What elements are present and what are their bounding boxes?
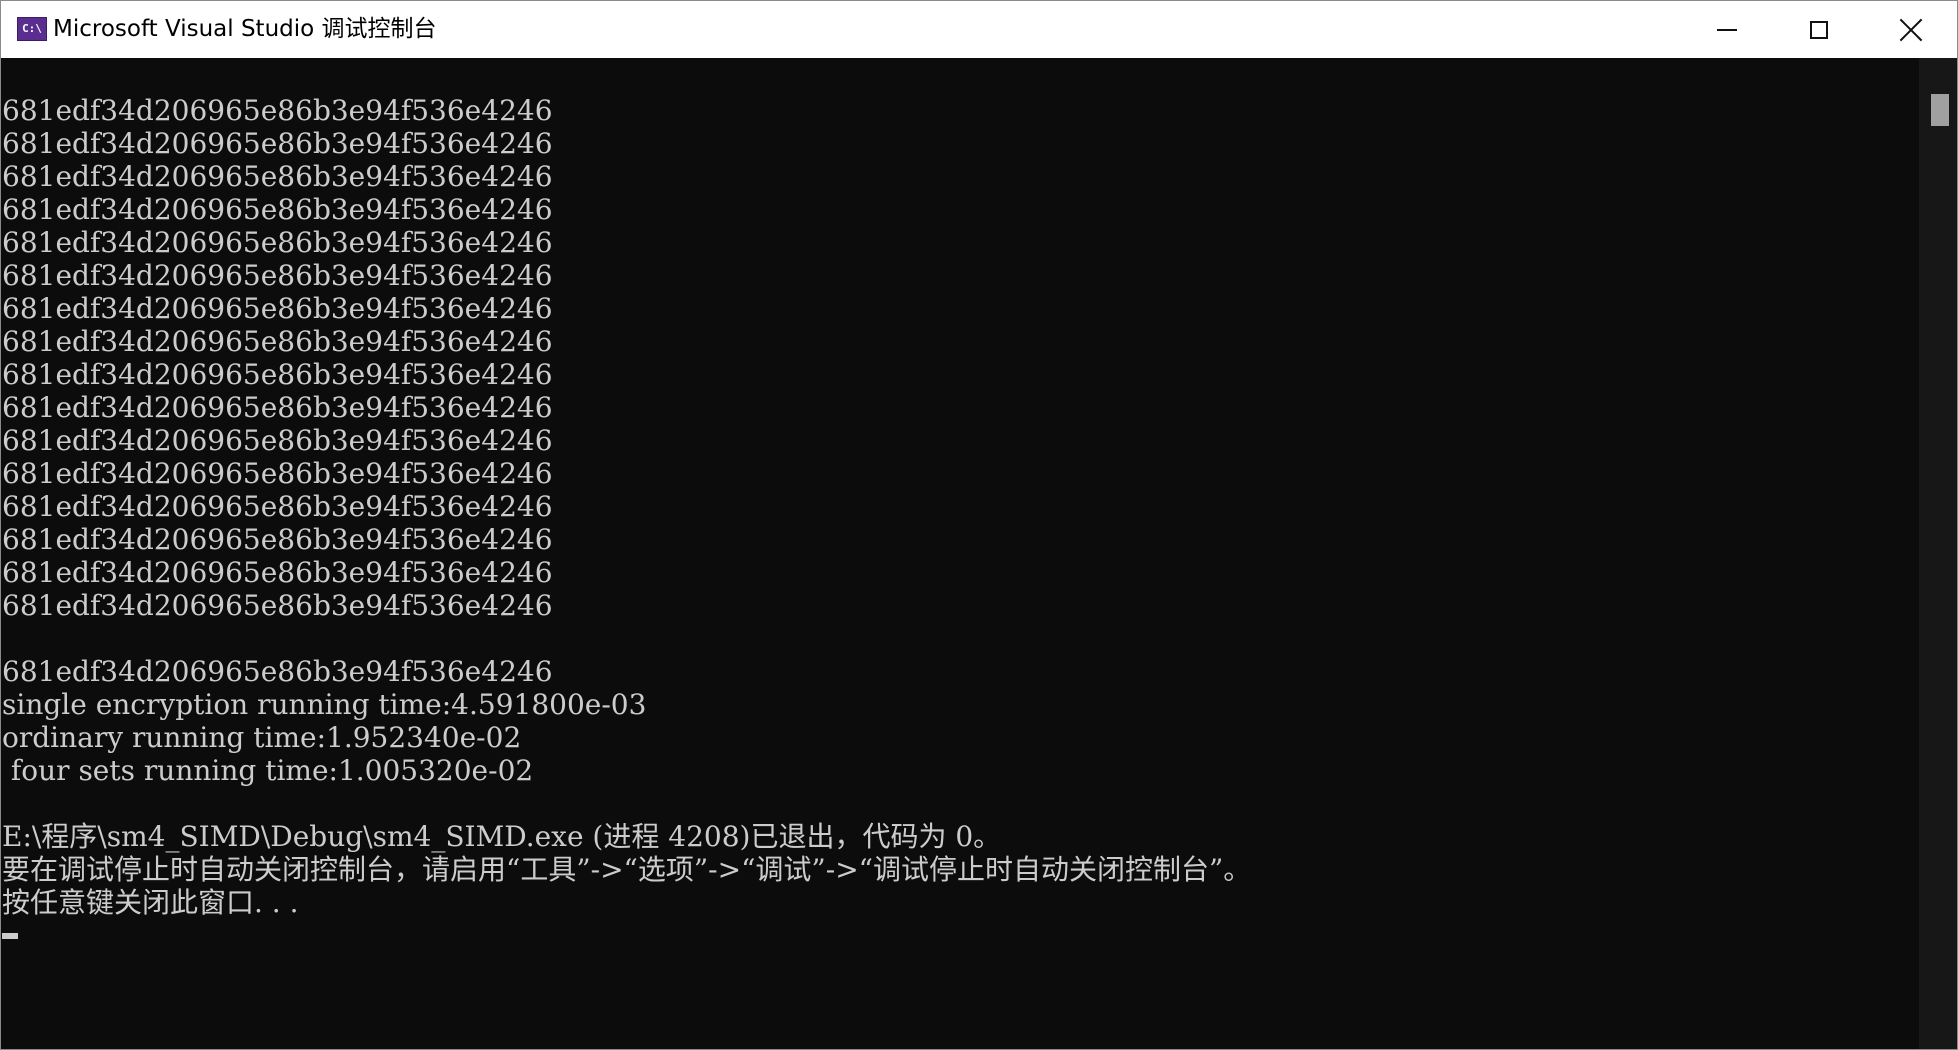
minimize-button[interactable]	[1681, 1, 1773, 58]
console-line: 681edf34d206965e86b3e94f536e4246	[2, 292, 553, 325]
console-line: 681edf34d206965e86b3e94f536e4246	[2, 259, 553, 292]
console-output[interactable]: 681edf34d206965e86b3e94f536e4246 681edf34…	[1, 58, 1919, 1049]
console-line: 681edf34d206965e86b3e94f536e4246	[2, 193, 553, 226]
console-line: 681edf34d206965e86b3e94f536e4246	[2, 325, 553, 358]
maximize-button[interactable]	[1773, 1, 1865, 58]
console-line: 681edf34d206965e86b3e94f536e4246	[2, 556, 553, 589]
console-line: 681edf34d206965e86b3e94f536e4246	[2, 94, 553, 127]
window-title: Microsoft Visual Studio 调试控制台	[53, 16, 437, 42]
console-line: E:\程序\sm4_SIMD\Debug\sm4_SIMD.exe (进程 42…	[2, 820, 1002, 853]
console-line: 要在调试停止时自动关闭控制台，请启用“工具”->“选项”->“调试”->“调试停…	[2, 853, 1252, 886]
text-cursor	[2, 933, 18, 939]
console-window: C:\ Microsoft Visual Studio 调试控制台 681edf…	[0, 0, 1958, 1050]
minimize-icon	[1717, 28, 1737, 31]
console-line: four sets running time:1.005320e-02	[2, 754, 534, 787]
close-icon	[1899, 18, 1923, 42]
maximize-icon	[1810, 20, 1828, 39]
console-line: 681edf34d206965e86b3e94f536e4246	[2, 391, 553, 424]
console-app-icon[interactable]: C:\	[17, 17, 47, 41]
console-line: 681edf34d206965e86b3e94f536e4246	[2, 490, 553, 523]
console-line: 681edf34d206965e86b3e94f536e4246	[2, 160, 553, 193]
close-button[interactable]	[1865, 1, 1957, 58]
scrollbar-thumb[interactable]	[1931, 94, 1949, 126]
title-bar[interactable]: C:\ Microsoft Visual Studio 调试控制台	[1, 1, 1957, 58]
console-line: 681edf34d206965e86b3e94f536e4246	[2, 127, 553, 160]
console-line: single encryption running time:4.591800e…	[2, 688, 647, 721]
console-line: 681edf34d206965e86b3e94f536e4246	[2, 457, 553, 490]
console-line: 681edf34d206965e86b3e94f536e4246	[2, 358, 553, 391]
console-line: 681edf34d206965e86b3e94f536e4246	[2, 424, 553, 457]
console-line: 681edf34d206965e86b3e94f536e4246	[2, 655, 553, 688]
console-line: 681edf34d206965e86b3e94f536e4246	[2, 523, 553, 556]
console-line: 681edf34d206965e86b3e94f536e4246	[2, 589, 553, 622]
vertical-scrollbar[interactable]	[1919, 58, 1957, 1049]
console-line: 681edf34d206965e86b3e94f536e4246	[2, 226, 553, 259]
console-line: 按任意键关闭此窗口. . .	[2, 886, 299, 919]
console-line: ordinary running time:1.952340e-02	[2, 721, 522, 754]
